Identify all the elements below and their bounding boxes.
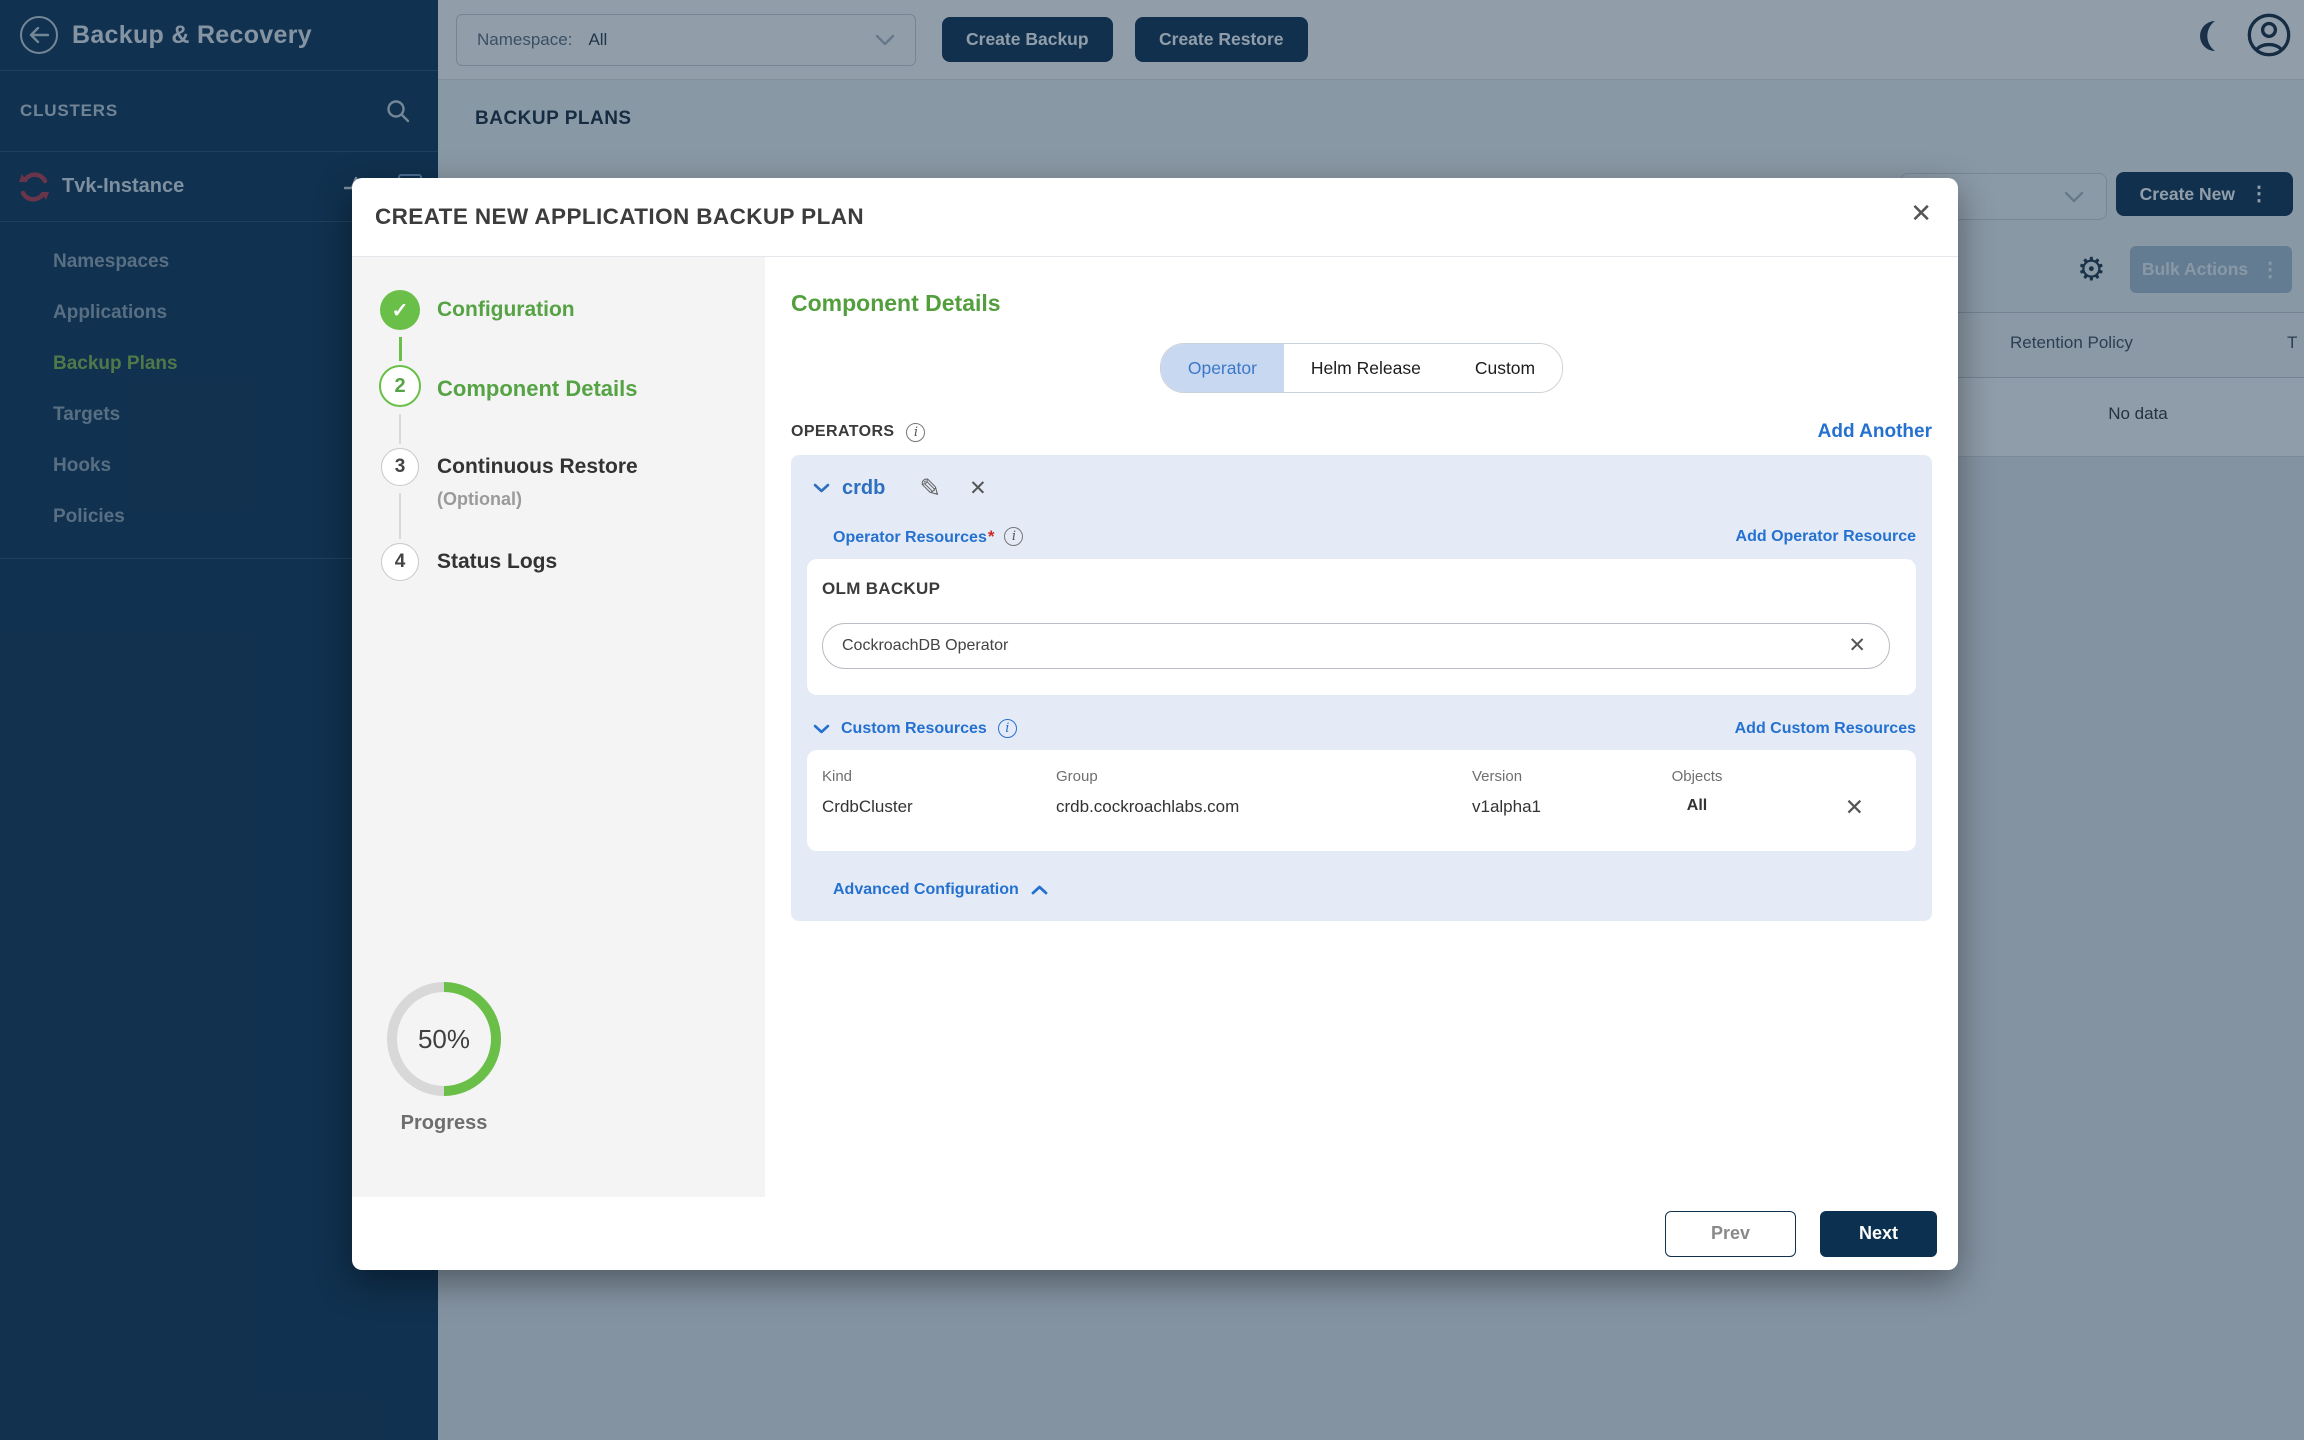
cell-group: crdb.cockroachlabs.com xyxy=(1056,797,1472,817)
step-4-number[interactable]: 4 xyxy=(381,543,419,581)
modal-footer: Prev Next xyxy=(352,1197,1958,1270)
step-connector xyxy=(399,414,401,444)
modal-title: CREATE NEW APPLICATION BACKUP PLAN xyxy=(375,204,864,230)
chevron-down-icon[interactable] xyxy=(813,483,830,493)
custom-resources-row: Custom Resources i Add Custom Resources xyxy=(813,719,1916,738)
custom-resource-table: Kind Group Version Objects CrdbCluster c… xyxy=(807,750,1916,851)
step-3-number[interactable]: 3 xyxy=(381,448,419,486)
advanced-configuration-row: Advanced Configuration xyxy=(833,881,1916,899)
info-icon[interactable]: i xyxy=(1004,527,1023,546)
progress-widget: 50% Progress xyxy=(387,982,501,1135)
step-4-label[interactable]: Status Logs xyxy=(437,550,557,574)
operator-resources-label: Operator Resources xyxy=(833,529,987,546)
col-objects: Objects xyxy=(1652,768,1742,785)
remove-operator-icon[interactable]: ✕ xyxy=(969,478,987,499)
modal-body: ✓ Configuration 2 Component Details 3 Co… xyxy=(352,257,1958,1197)
operator-row: crdb ✎ ✕ xyxy=(813,467,1916,501)
tab-custom[interactable]: Custom xyxy=(1448,344,1562,392)
operators-header-row: OPERATORS i Add Another xyxy=(791,421,1932,443)
step-2-label[interactable]: Component Details xyxy=(437,376,637,402)
step-2-number[interactable]: 2 xyxy=(379,365,421,407)
step-1-label[interactable]: Configuration xyxy=(437,298,575,322)
edit-icon[interactable]: ✎ xyxy=(919,475,941,501)
operator-name[interactable]: crdb xyxy=(842,477,885,500)
modal-header: CREATE NEW APPLICATION BACKUP PLAN ✕ xyxy=(352,178,1958,257)
step-1-check-icon[interactable]: ✓ xyxy=(380,290,420,330)
olm-backup-title: OLM BACKUP xyxy=(822,579,1890,599)
step-connector xyxy=(399,493,401,539)
operators-label: OPERATORS xyxy=(791,423,894,441)
add-custom-resources-link[interactable]: Add Custom Resources xyxy=(1735,720,1916,738)
olm-backup-card: OLM BACKUP ✕ xyxy=(807,559,1916,695)
progress-percent: 50% xyxy=(387,982,501,1096)
chevron-up-icon[interactable] xyxy=(1031,885,1048,895)
operator-panel: crdb ✎ ✕ Operator Resources* i Add Opera… xyxy=(791,455,1932,921)
section-heading: Component Details xyxy=(791,290,1932,317)
col-group: Group xyxy=(1056,768,1472,785)
wizard-stepper: ✓ Configuration 2 Component Details 3 Co… xyxy=(352,257,765,1197)
progress-ring: 50% xyxy=(387,982,501,1096)
next-button[interactable]: Next xyxy=(1820,1211,1937,1257)
close-icon[interactable]: ✕ xyxy=(1910,200,1932,226)
advanced-configuration-link[interactable]: Advanced Configuration xyxy=(833,881,1019,899)
chevron-down-icon[interactable] xyxy=(813,724,830,734)
progress-label: Progress xyxy=(387,1112,501,1135)
info-icon[interactable]: i xyxy=(998,719,1017,738)
cell-kind: CrdbCluster xyxy=(822,797,1056,817)
add-another-link[interactable]: Add Another xyxy=(1818,421,1932,443)
step-connector xyxy=(399,337,402,361)
cell-version: v1alpha1 xyxy=(1472,797,1652,817)
col-kind: Kind xyxy=(822,768,1056,785)
info-icon[interactable]: i xyxy=(906,423,925,442)
create-backup-plan-modal: CREATE NEW APPLICATION BACKUP PLAN ✕ ✓ C… xyxy=(352,178,1958,1270)
required-marker: * xyxy=(988,527,995,546)
tab-operator[interactable]: Operator xyxy=(1161,344,1284,392)
step-3-label[interactable]: Continuous Restore xyxy=(437,455,638,479)
col-version: Version xyxy=(1472,768,1652,785)
cell-objects-all-link[interactable]: All xyxy=(1652,797,1742,817)
add-operator-resource-link[interactable]: Add Operator Resource xyxy=(1736,528,1916,546)
clear-input-icon[interactable]: ✕ xyxy=(1848,635,1866,656)
component-type-tabs: Operator Helm Release Custom xyxy=(791,343,1932,393)
operator-resources-row: Operator Resources* i Add Operator Resou… xyxy=(833,527,1916,547)
operator-resource-input[interactable] xyxy=(822,623,1890,669)
tab-group: Operator Helm Release Custom xyxy=(1160,343,1563,393)
custom-resources-label: Custom Resources xyxy=(841,720,987,738)
modal-content: Component Details Operator Helm Release … xyxy=(765,257,1958,1197)
tab-helm-release[interactable]: Helm Release xyxy=(1284,344,1448,392)
step-3-optional-label: (Optional) xyxy=(437,489,522,510)
remove-custom-resource-icon[interactable]: ✕ xyxy=(1845,796,1864,819)
prev-button[interactable]: Prev xyxy=(1665,1211,1796,1257)
